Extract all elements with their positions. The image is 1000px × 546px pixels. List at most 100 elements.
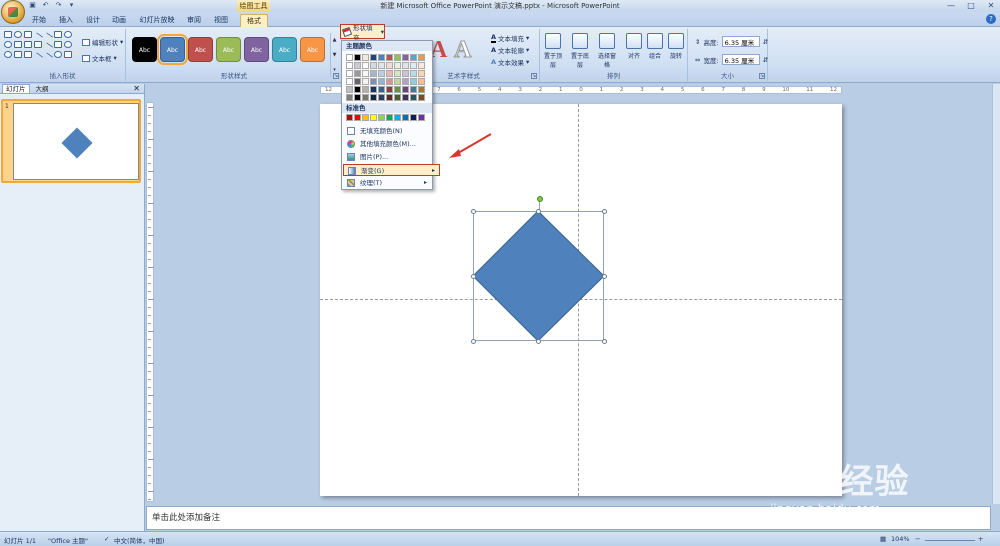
shape-rect-icon[interactable] (14, 41, 22, 48)
theme-color-swatch[interactable] (362, 70, 369, 77)
theme-color-swatch[interactable] (354, 62, 361, 69)
theme-color-swatch[interactable] (378, 70, 385, 77)
theme-color-swatch[interactable] (402, 78, 409, 85)
width-stepper-icon[interactable]: ⇵ (763, 56, 768, 64)
theme-color-swatch[interactable] (418, 70, 425, 77)
scroll-up-icon[interactable]: ▲ (333, 37, 337, 43)
shape-rect-icon[interactable] (24, 51, 32, 58)
undo-icon[interactable]: ↶ (41, 1, 50, 10)
tab-animation[interactable]: 动画 (108, 14, 130, 27)
theme-color-swatch[interactable] (370, 70, 377, 77)
theme-color-swatch[interactable] (378, 62, 385, 69)
menu-texture[interactable]: 纹理(T) ▸ (343, 177, 431, 189)
theme-color-swatch[interactable] (402, 62, 409, 69)
customize-toolbar-icon[interactable]: ▾ (67, 1, 76, 10)
theme-color-swatch[interactable] (346, 78, 353, 85)
theme-color-swatch[interactable] (402, 86, 409, 93)
theme-color-swatch[interactable] (362, 86, 369, 93)
shape-style-2[interactable]: Abc (157, 34, 188, 65)
theme-color-swatch[interactable] (418, 94, 425, 101)
height-stepper-icon[interactable]: ⇵ (763, 38, 768, 46)
shape-style-5[interactable]: Abc (244, 37, 269, 62)
size-launcher-icon[interactable]: ↘ (759, 73, 765, 79)
theme-color-swatch[interactable] (370, 54, 377, 61)
shape-style-3[interactable]: Abc (188, 37, 213, 62)
shape-oval-icon[interactable] (54, 51, 62, 58)
slide-thumbnail[interactable] (13, 103, 139, 180)
theme-color-swatch[interactable] (362, 78, 369, 85)
view-normal-icon[interactable]: ▦ (880, 535, 886, 543)
tab-insert[interactable]: 插入 (55, 14, 77, 27)
shape-arrow-icon[interactable] (14, 51, 22, 58)
theme-color-swatch[interactable] (410, 94, 417, 101)
shape-style-6[interactable]: Abc (272, 37, 297, 62)
rotation-handle[interactable] (537, 196, 543, 202)
theme-color-swatch[interactable] (378, 78, 385, 85)
standard-color-swatch[interactable] (418, 114, 425, 121)
resize-handle-n[interactable] (536, 209, 541, 214)
save-icon[interactable]: ▣ (28, 1, 37, 10)
theme-color-swatch[interactable] (386, 78, 393, 85)
wordart-launcher-icon[interactable]: ↘ (531, 73, 537, 79)
tab-review[interactable]: 审阅 (183, 14, 205, 27)
tab-view[interactable]: 视图 (210, 14, 232, 27)
spellcheck-icon[interactable]: ✓ (104, 535, 109, 543)
shape-rect-icon[interactable] (54, 41, 62, 48)
resize-handle-nw[interactable] (471, 209, 476, 214)
shape-rect-icon[interactable] (54, 31, 62, 38)
theme-color-swatch[interactable] (402, 54, 409, 61)
resize-handle-ne[interactable] (602, 209, 607, 214)
resize-handle-se[interactable] (602, 339, 607, 344)
standard-color-swatch[interactable] (346, 114, 353, 121)
standard-color-swatch[interactable] (410, 114, 417, 121)
shape-triangle-icon[interactable] (24, 41, 32, 48)
theme-color-swatch[interactable] (362, 62, 369, 69)
theme-color-swatch[interactable] (410, 78, 417, 85)
text-outline-button[interactable]: A 文本轮廓 ▾ (491, 45, 529, 55)
shape-gallery[interactable] (4, 31, 73, 63)
close-button[interactable]: ✕ (984, 1, 998, 10)
edit-shape-button[interactable]: 编辑形状 ▾ (82, 37, 123, 47)
text-fill-button[interactable]: A 文本填充 ▾ (491, 33, 529, 43)
shape-oval-icon[interactable] (4, 51, 12, 58)
shape-oval-icon[interactable] (64, 41, 72, 48)
redo-icon[interactable]: ↷ (54, 1, 63, 10)
help-icon[interactable]: ? (986, 14, 996, 24)
tab-slides[interactable]: 幻灯片 (2, 84, 30, 93)
theme-color-swatch[interactable] (394, 62, 401, 69)
resize-handle-w[interactable] (471, 274, 476, 279)
zoom-out-icon[interactable]: − (915, 535, 920, 543)
theme-color-swatch[interactable] (354, 78, 361, 85)
shape-style-7[interactable]: Abc (300, 37, 325, 62)
theme-color-swatch[interactable] (394, 54, 401, 61)
theme-color-swatch[interactable] (354, 54, 361, 61)
theme-color-swatch[interactable] (346, 54, 353, 61)
theme-color-swatch[interactable] (418, 54, 425, 61)
slide-thumbnail-selected[interactable]: 1 (1, 99, 141, 183)
language-status[interactable]: 中文(简体，中国) (114, 535, 165, 545)
theme-color-swatch[interactable] (386, 86, 393, 93)
tab-slideshow[interactable]: 幻灯片放映 (137, 14, 177, 27)
shape-line-icon[interactable] (42, 32, 54, 43)
theme-color-swatch[interactable] (402, 94, 409, 101)
standard-color-swatch[interactable] (354, 114, 361, 121)
rotate-button[interactable]: 旋转 (665, 33, 687, 60)
theme-color-swatch[interactable] (386, 54, 393, 61)
zoom-slider[interactable] (925, 540, 975, 541)
shape-style-1[interactable]: Abc (132, 37, 157, 62)
standard-color-swatch[interactable] (394, 114, 401, 121)
tab-format[interactable]: 格式 (240, 14, 268, 27)
theme-color-swatch[interactable] (354, 70, 361, 77)
height-input[interactable] (721, 36, 760, 47)
menu-gradient[interactable]: 渐变(G) ▸ (343, 164, 440, 176)
resize-handle-e[interactable] (602, 274, 607, 279)
theme-color-swatch[interactable] (386, 70, 393, 77)
theme-color-swatch[interactable] (370, 94, 377, 101)
standard-color-swatch[interactable] (378, 114, 385, 121)
theme-color-swatch[interactable] (394, 78, 401, 85)
close-icon[interactable]: ✕ (133, 84, 140, 93)
shape-line-icon[interactable] (42, 42, 54, 53)
theme-color-swatch[interactable] (386, 62, 393, 69)
menu-no-fill[interactable]: 无填充颜色(N) (343, 125, 431, 137)
zoom-in-icon[interactable]: + (978, 535, 983, 543)
